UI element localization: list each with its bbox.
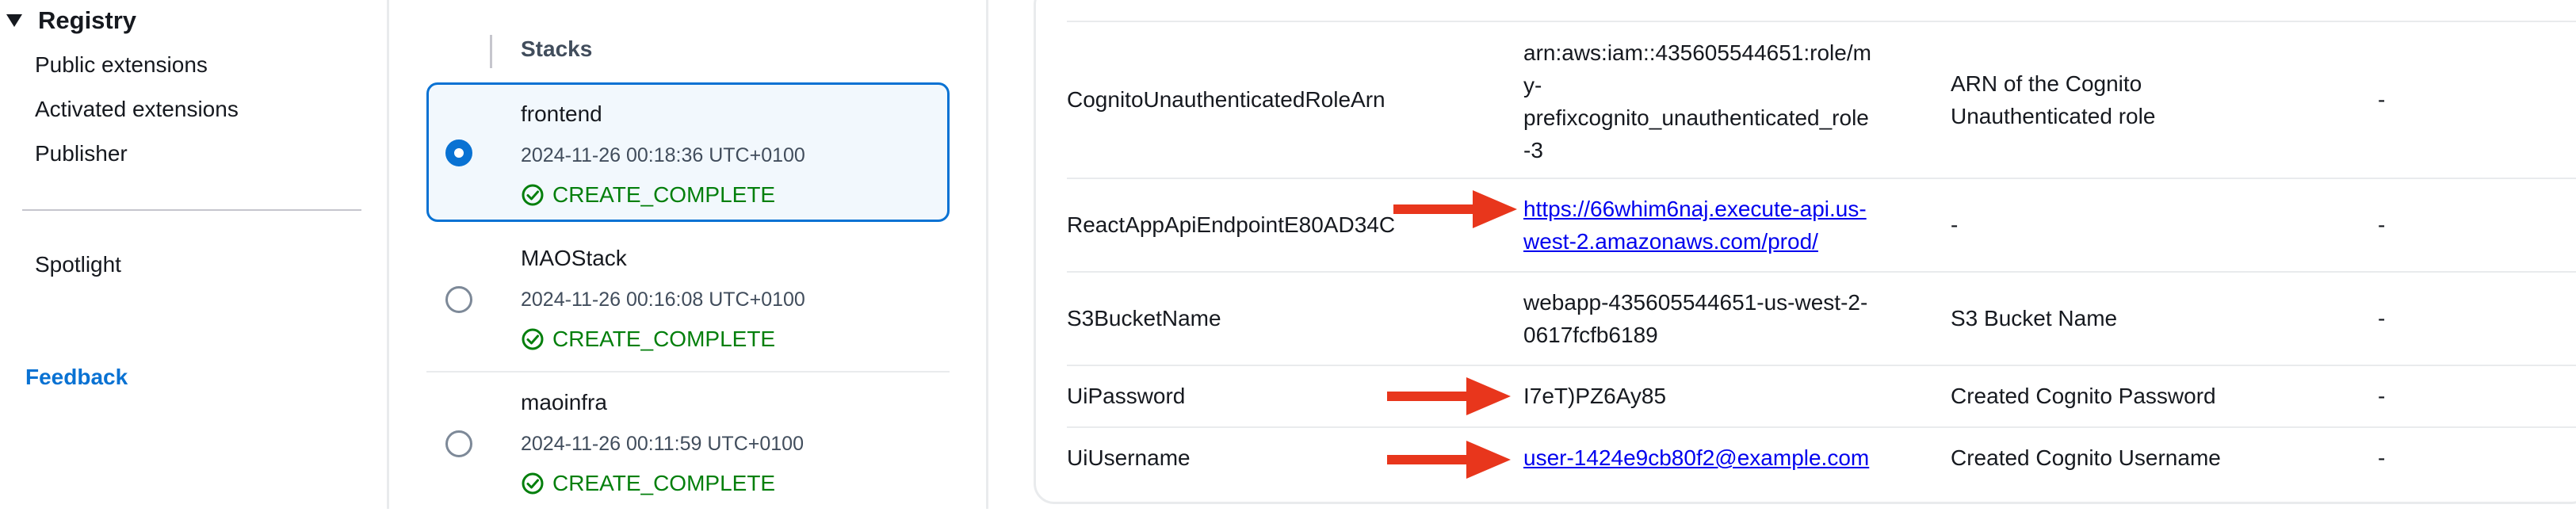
output-description-line: Unauthenticated role bbox=[1951, 104, 2156, 128]
row-divider bbox=[1067, 271, 2576, 273]
output-value-link-line[interactable]: west-2.amazonaws.com/prod/ bbox=[1523, 229, 1818, 254]
panel-separator bbox=[986, 0, 988, 509]
nav-link-publisher[interactable]: Publisher bbox=[35, 141, 128, 166]
output-description-line: ARN of the Cognito bbox=[1951, 71, 2142, 96]
output-value-line: arn:aws:iam::435605544651:role/m bbox=[1523, 40, 1871, 65]
status-success-icon bbox=[522, 472, 544, 495]
stack-status-label: CREATE_COMPLETE bbox=[552, 471, 776, 495]
output-export: - bbox=[2378, 212, 2386, 237]
output-value-line: prefixcognito_unauthenticated_role bbox=[1523, 105, 1869, 130]
output-value[interactable]: arn:aws:iam::435605544651:role/m y- pref… bbox=[1523, 36, 1871, 166]
output-value-link-line[interactable]: https://66whim6naj.execute-api.us- bbox=[1523, 197, 1867, 221]
radio-icon[interactable] bbox=[445, 286, 472, 313]
stack-status: CREATE_COMPLETE bbox=[521, 327, 775, 352]
output-value-link[interactable]: https://66whim6naj.execute-api.us- west-… bbox=[1523, 193, 1867, 258]
nav-divider bbox=[22, 209, 361, 211]
feedback-link[interactable]: Feedback bbox=[25, 365, 128, 390]
stack-name[interactable]: frontend bbox=[521, 101, 602, 127]
stack-status: CREATE_COMPLETE bbox=[521, 182, 775, 208]
output-description: ARN of the Cognito Unauthenticated role bbox=[1951, 67, 2155, 132]
output-value[interactable]: I7eT)PZ6Ay85 bbox=[1523, 380, 1666, 412]
stack-name[interactable]: maoinfra bbox=[521, 390, 607, 415]
output-export: - bbox=[2378, 306, 2386, 331]
stack-name[interactable]: MAOStack bbox=[521, 246, 627, 271]
stacks-header: Stacks bbox=[521, 36, 593, 61]
nav-link-spotlight[interactable]: Spotlight bbox=[35, 252, 121, 277]
output-key: UiUsername bbox=[1067, 445, 1191, 470]
radio-icon[interactable] bbox=[445, 139, 472, 166]
output-key: UiPassword bbox=[1067, 384, 1186, 408]
output-value-line: y- bbox=[1523, 73, 1542, 97]
output-description: Created Cognito Username bbox=[1951, 445, 2221, 470]
output-key: S3BucketName bbox=[1067, 306, 1221, 331]
nav-link-activated-extensions[interactable]: Activated extensions bbox=[35, 97, 239, 122]
output-description: Created Cognito Password bbox=[1951, 384, 2216, 408]
caret-down-icon bbox=[6, 14, 22, 27]
stack-timestamp: 2024-11-26 00:16:08 UTC+0100 bbox=[521, 288, 805, 311]
registry-section-label: Registry bbox=[38, 6, 137, 34]
red-arrow-icon bbox=[1387, 441, 1511, 479]
output-value-line: 0617fcfb6189 bbox=[1523, 323, 1658, 347]
row-divider bbox=[1067, 178, 2576, 179]
output-value-line: webapp-435605544651-us-west-2- bbox=[1523, 290, 1868, 315]
stack-timestamp: 2024-11-26 00:11:59 UTC+0100 bbox=[521, 433, 804, 455]
output-key: ReactAppApiEndpointE80AD34C bbox=[1067, 212, 1396, 237]
output-description: S3 Bucket Name bbox=[1951, 306, 2118, 331]
output-key: CognitoUnauthenticatedRoleArn bbox=[1067, 87, 1385, 112]
stack-status-label: CREATE_COMPLETE bbox=[552, 182, 776, 207]
row-divider bbox=[1067, 21, 2576, 22]
red-arrow-icon bbox=[1387, 377, 1511, 415]
radio-icon[interactable] bbox=[445, 430, 472, 457]
output-export: - bbox=[2378, 445, 2386, 470]
output-value-link[interactable]: user-1424e9cb80f2@example.com bbox=[1523, 441, 1869, 474]
stack-timestamp: 2024-11-26 00:18:36 UTC+0100 bbox=[521, 144, 805, 166]
row-divider bbox=[1067, 365, 2576, 366]
stack-status-label: CREATE_COMPLETE bbox=[552, 327, 776, 351]
row-divider bbox=[1067, 426, 2576, 428]
status-success-icon bbox=[522, 184, 544, 206]
output-value[interactable]: webapp-435605544651-us-west-2- 0617fcfb6… bbox=[1523, 286, 1867, 351]
nav-link-public-extensions[interactable]: Public extensions bbox=[35, 52, 208, 78]
output-description: - bbox=[1951, 212, 1959, 237]
output-value-line: -3 bbox=[1523, 138, 1543, 162]
stacks-header-bar bbox=[490, 35, 492, 68]
status-success-icon bbox=[522, 328, 544, 350]
output-export: - bbox=[2378, 384, 2386, 408]
stack-status: CREATE_COMPLETE bbox=[521, 471, 775, 496]
side-navigation: Registry Public extensions Activated ext… bbox=[0, 0, 387, 509]
output-value-link-text[interactable]: user-1424e9cb80f2@example.com bbox=[1523, 445, 1869, 470]
output-export: - bbox=[2378, 87, 2386, 112]
registry-section-toggle[interactable]: Registry bbox=[6, 6, 136, 35]
red-arrow-icon bbox=[1393, 190, 1517, 228]
